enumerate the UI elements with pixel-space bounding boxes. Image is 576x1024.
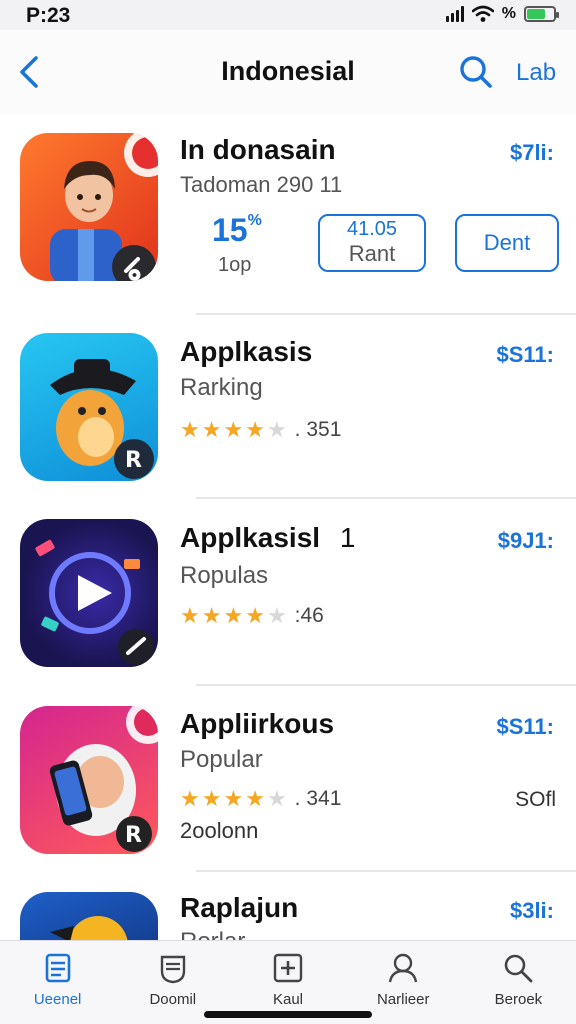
games-icon	[160, 955, 185, 984]
app-name: Applkasisl 1	[180, 522, 355, 554]
tab-label: Ueenel	[33, 991, 82, 1008]
star-rating: ★ ★ ★ ★ ★. 351	[180, 418, 341, 442]
star-icon: ★	[245, 603, 265, 628]
featured-app-icon[interactable]	[20, 133, 158, 281]
svg-text:R: R	[125, 823, 142, 848]
star-icon: ★	[266, 786, 287, 811]
rant-button-value: 41.05	[346, 218, 398, 240]
star-icon: ★	[180, 603, 200, 628]
boy-character-icon	[50, 133, 158, 281]
search-icon	[505, 954, 533, 983]
rating-count: . 351	[294, 418, 342, 441]
tab-label: Doomil	[149, 991, 197, 1008]
star-rating: ★ ★ ★ ★ ★:46	[180, 604, 324, 628]
mascot-character-icon: R	[50, 359, 154, 479]
app-icon-3[interactable]: R	[20, 706, 158, 854]
app-category: Ropulas	[180, 562, 269, 589]
star-icon: ★	[245, 786, 265, 811]
star-icon: ★	[266, 417, 287, 442]
divider	[196, 684, 576, 686]
app-name-suffix: 1	[339, 522, 356, 553]
price-button[interactable]: $7li:	[510, 140, 554, 166]
price-button[interactable]: $9J1:	[498, 528, 554, 554]
home-indicator[interactable]	[204, 1011, 372, 1018]
tab-search[interactable]: Beroek	[461, 941, 576, 1024]
star-icon: ★	[223, 417, 244, 442]
divider	[196, 497, 576, 499]
side-value: SOfl	[515, 788, 556, 811]
app-name: Appliirkous	[180, 708, 335, 739]
rating-count: :46	[294, 604, 324, 627]
star-icon: ★	[201, 603, 222, 628]
app-subtitle: Tadoman 290 11	[180, 172, 343, 197]
stat-value: 15%	[212, 212, 262, 249]
star-icon: ★	[180, 786, 200, 811]
featured-app-row[interactable]: In donasain Tadoman 290 11 $7li: 15% 1op…	[0, 0, 576, 315]
divider	[196, 313, 576, 315]
profile-icon	[389, 953, 418, 983]
star-icon: ★	[201, 417, 222, 442]
tab-today[interactable]: Ueenel	[0, 941, 115, 1024]
rating-count: . 341	[294, 787, 342, 810]
play-icon	[35, 539, 154, 665]
app-name: Raplajun	[180, 892, 299, 923]
tab-label: Narlieer	[376, 991, 430, 1008]
app-category: Popular	[180, 746, 263, 773]
star-icon: ★	[245, 417, 265, 442]
tab-label: Kaul	[272, 991, 304, 1008]
apps-icon	[273, 953, 303, 983]
star-icon: ★	[180, 417, 200, 442]
price-button[interactable]: $3li:	[510, 898, 554, 924]
app-category: Rarking	[180, 374, 263, 401]
stat-label: 1op	[218, 254, 252, 276]
app-name-text: Applkasisl	[180, 522, 321, 553]
star-icon: ★	[201, 786, 222, 811]
app-name: Applkasis	[180, 336, 313, 367]
dent-button[interactable]: Dent	[455, 214, 559, 272]
stat-unit: %	[247, 212, 262, 229]
stat-number: 15	[212, 212, 248, 248]
star-icon: ★	[266, 603, 287, 628]
star-rating: ★ ★ ★ ★ ★. 341	[180, 787, 341, 811]
today-icon	[45, 953, 70, 983]
extra-text: 2oolonn	[180, 818, 259, 843]
phone-character-icon: R	[49, 706, 158, 852]
rant-button-label: Rant	[348, 241, 396, 266]
star-icon: ★	[223, 603, 244, 628]
price-button[interactable]: $S11:	[497, 342, 555, 368]
app-icon-2[interactable]	[20, 519, 158, 667]
divider	[196, 870, 576, 872]
tab-label: Beroek	[494, 991, 543, 1008]
star-icon: ★	[223, 786, 244, 811]
app-icon-1[interactable]: R	[20, 333, 158, 481]
app-name: In donasain	[180, 134, 336, 165]
svg-text:R: R	[125, 448, 142, 473]
rant-button[interactable]: 41.05 Rant	[318, 214, 426, 272]
price-button[interactable]: $S11:	[497, 714, 555, 740]
